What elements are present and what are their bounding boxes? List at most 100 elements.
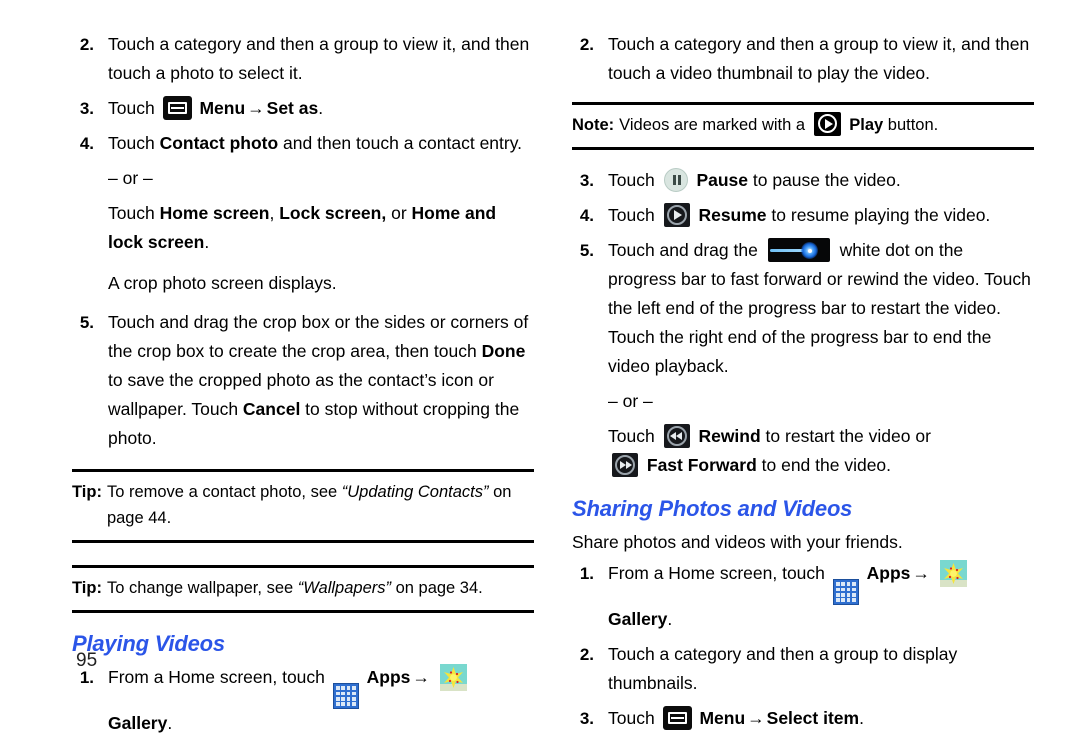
step-lead-text: Touch <box>108 133 155 153</box>
step-item: 4. Touch Contact photo and then touch a … <box>72 129 534 158</box>
arrow-icon: → <box>247 98 265 118</box>
apps-label: Apps <box>366 667 411 687</box>
step-number: 5. <box>79 313 94 332</box>
step-lead-text: Touch <box>108 98 155 118</box>
apps-grid-icon <box>832 579 859 606</box>
pause-icon <box>663 168 688 192</box>
manual-page: 2. Touch a category and then a group to … <box>0 0 1080 733</box>
step-text: Touch Menu → Select item. <box>608 704 1034 733</box>
fast-forward-icon <box>612 453 638 477</box>
tip-callout: Tip: To change wallpaper, see “Wallpaper… <box>72 565 534 613</box>
tip-label: Tip: <box>72 483 102 501</box>
step-text: Touch a category and then a group to vie… <box>608 34 1030 83</box>
apps-grid-icon <box>332 683 359 710</box>
step-text: Touch Menu → Set as. <box>108 94 534 123</box>
right-column: 2. Touch a category and then a group to … <box>572 30 1034 739</box>
step-text: Touch a category and then a group to vie… <box>108 34 530 83</box>
step-text: From a Home screen, touch Apps → Gallery… <box>608 559 1034 634</box>
step-item: 3. Touch Menu → Set as. <box>72 94 534 123</box>
alt-mid-text: to restart the video or <box>760 426 931 446</box>
step-lead-text: Touch <box>608 708 655 729</box>
tip-text-part: To change wallpaper, see <box>106 579 298 597</box>
step-item: 3. Touch Pause to pause the video. <box>572 166 1034 195</box>
menu-icon <box>662 706 692 731</box>
alternate-instruction: Touch Rewind to restart the video or Fas… <box>608 422 1034 480</box>
alternate-instruction: Touch Home screen, Lock screen, or Home … <box>108 199 534 257</box>
step-item: 4. Touch Resume to resume playing the vi… <box>572 201 1034 230</box>
gallery-icon <box>939 560 967 587</box>
note-text: Videos are marked with a Play button. <box>619 112 1034 138</box>
gallery-label: Gallery <box>108 713 168 734</box>
step-item: 2. Touch a category and then a group to … <box>72 30 534 88</box>
separator-text: or <box>386 203 412 223</box>
section-heading-sharing-photos-and-videos: Sharing Photos and Videos <box>572 496 853 521</box>
step-number: 3. <box>79 99 94 118</box>
tip-text-part: To remove a contact photo, see <box>106 483 342 501</box>
gallery-label: Gallery <box>608 609 668 630</box>
step-lead-text: From a Home screen, touch <box>608 563 825 583</box>
step-text-part: Touch and drag the crop box or the sides… <box>108 312 529 361</box>
step-number: 3. <box>579 171 594 190</box>
step-item: 2. Touch a category and then a group to … <box>572 640 1034 698</box>
note-text-part: button. <box>883 116 939 134</box>
note-text-part: Videos are marked with a <box>619 116 806 134</box>
contact-photo-label: Contact photo <box>159 133 279 153</box>
resume-label: Resume <box>698 205 767 225</box>
tip-label: Tip: <box>72 579 102 597</box>
step-text: Touch Resume to resume playing the video… <box>608 201 1034 230</box>
page-number: 95 <box>76 650 98 671</box>
step-tail-text: and then touch a contact entry. <box>278 133 523 153</box>
left-column: 2. Touch a category and then a group to … <box>72 30 534 744</box>
step-number: 2. <box>579 645 594 665</box>
step-lead-text: Touch and drag the <box>608 240 758 260</box>
step-lead-text: Touch <box>608 205 655 225</box>
alt-lead-text: Touch <box>108 203 160 223</box>
step-text: Touch and drag the crop box or the sides… <box>108 308 534 453</box>
progress-bar-icon <box>767 238 830 262</box>
arrow-icon: → <box>747 708 765 729</box>
home-screen-label: Home screen <box>159 203 270 223</box>
fast-forward-label: Fast Forward <box>646 455 757 475</box>
tip-text: To change wallpaper, see “Wallpapers” on… <box>107 575 534 601</box>
arrow-icon: → <box>912 563 930 583</box>
note-callout: Note: Videos are marked with a Play butt… <box>572 102 1034 150</box>
step-tail-text: to pause the video. <box>748 170 901 190</box>
period: . <box>318 98 324 118</box>
menu-icon <box>162 96 192 120</box>
step-text: Touch Contact photo and then touch a con… <box>108 129 534 158</box>
period: . <box>167 713 173 734</box>
step-tail-text: to resume playing the video. <box>766 205 991 225</box>
play-label: Play <box>849 116 884 134</box>
step-text: Touch Pause to pause the video. <box>608 166 1034 195</box>
alt-lead-text: Touch <box>608 426 655 446</box>
step-item: 5. Touch and drag the white dot on the p… <box>572 236 1034 381</box>
pause-label: Pause <box>696 170 749 190</box>
note-label: Note: <box>572 116 615 134</box>
gallery-icon <box>439 664 467 691</box>
step-item: 2. Touch a category and then a group to … <box>572 30 1034 88</box>
tip-reference: “Updating Contacts” <box>341 483 489 501</box>
tip-callout: Tip: To remove a contact photo, see “Upd… <box>72 469 534 543</box>
step-item: 1. From a Home screen, touch Apps → Gall… <box>572 559 1034 634</box>
rewind-label: Rewind <box>698 426 761 446</box>
step-item: 5. Touch and drag the crop box or the si… <box>72 308 534 453</box>
menu-label: Menu <box>699 708 746 729</box>
select-item-label: Select item <box>766 708 860 729</box>
step-item: 1. From a Home screen, touch Apps → Gall… <box>72 663 534 738</box>
period: . <box>859 708 864 729</box>
tip-reference: “Wallpapers” <box>297 579 391 597</box>
step-lead-text: Touch <box>608 170 655 190</box>
separator-text: , <box>269 203 280 223</box>
step-text: From a Home screen, touch Apps → Gallery… <box>108 663 534 738</box>
step-number: 5. <box>579 241 594 260</box>
period: . <box>204 232 210 252</box>
step-number: 2. <box>579 35 594 54</box>
arrow-icon: → <box>412 667 430 687</box>
result-text: A crop photo screen displays. <box>108 273 337 293</box>
tip-text-part: on page 34. <box>391 579 483 597</box>
section-intro-text: Share photos and videos with your friend… <box>572 532 903 552</box>
cancel-label: Cancel <box>242 399 301 419</box>
step-number: 3. <box>579 709 594 729</box>
play-icon <box>813 112 841 136</box>
or-separator: – or – <box>608 391 653 411</box>
